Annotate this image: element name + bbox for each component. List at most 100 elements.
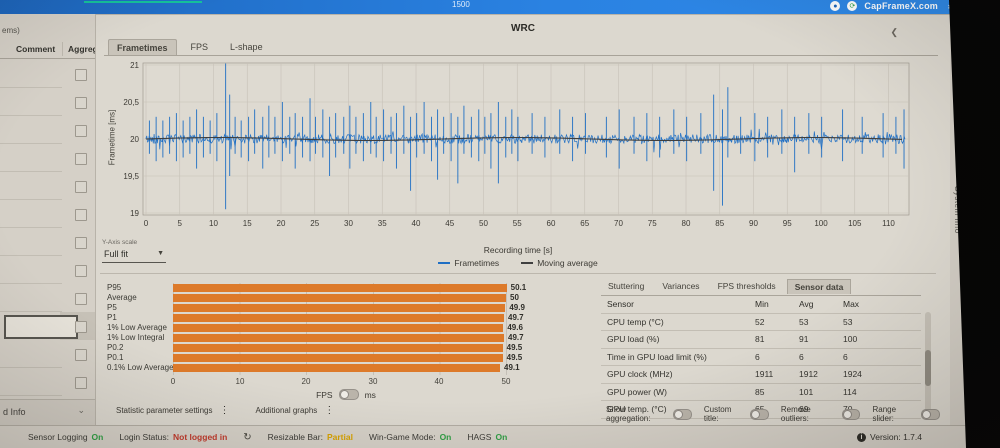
info-icon: i <box>857 432 867 442</box>
tab-fps[interactable]: FPS <box>183 39 217 56</box>
tab-stuttering[interactable]: Stuttering <box>601 279 651 294</box>
list-item <box>0 228 95 256</box>
toggle-knob <box>674 409 684 419</box>
svg-text:85: 85 <box>715 219 724 228</box>
statistic-bar <box>173 284 507 292</box>
toggle-label: Show aggregation: <box>606 405 651 423</box>
app-status-icon[interactable]: ● <box>830 1 841 11</box>
tab-sensor-data[interactable]: Sensor data <box>786 279 852 294</box>
aggregation-checkbox[interactable] <box>75 181 87 193</box>
svg-text:25: 25 <box>310 219 319 228</box>
svg-text:100: 100 <box>814 219 828 228</box>
unit-toggle[interactable] <box>338 389 359 400</box>
status-item: Win-Game Mode: On <box>369 432 451 442</box>
tab-l-shape[interactable]: L-shape <box>222 39 271 56</box>
table-row[interactable]: CPU temp (°C) 52 53 53 <box>601 314 921 331</box>
statistic-value: 49.6 <box>507 323 523 332</box>
svg-text:21: 21 <box>130 61 139 70</box>
settings-gear-icon[interactable]: ⚙ <box>947 0 958 14</box>
tab-fps-thresholds[interactable]: FPS thresholds <box>711 279 783 294</box>
toggle-switch[interactable] <box>673 408 692 420</box>
aggregation-checkbox[interactable] <box>75 69 87 81</box>
version-group: i Version: 1.7.4 <box>857 426 922 448</box>
aggregation-checkbox[interactable] <box>75 349 87 361</box>
collapse-panel-icon[interactable]: ❮ <box>890 27 898 38</box>
table-row[interactable]: GPU load (%) 81 91 100 <box>601 331 921 349</box>
toggle-switch[interactable] <box>921 408 941 420</box>
statistic-bar <box>173 364 500 372</box>
statistic-label: Average <box>107 293 137 302</box>
menu-label: Statistic parameter settings <box>116 406 213 415</box>
legend-item[interactable]: Frametimes <box>438 258 499 268</box>
list-item <box>0 284 95 312</box>
toggle-label: Remove outliers: <box>780 405 811 423</box>
frametime-chart[interactable]: 19 19,5 20 20,5 21 0 5 10 15 20 25 30 35 40 45 50 55 60 65… <box>101 55 946 241</box>
aggregation-column-header[interactable]: Aggreg <box>68 44 98 54</box>
column-divider <box>62 42 63 56</box>
statistic-bar <box>173 324 503 332</box>
unit-ms-label: ms <box>364 389 376 400</box>
kebab-menu-icon[interactable]: ⋮ <box>324 405 334 416</box>
sensor-table-scrollbar[interactable] <box>925 312 931 412</box>
scrollbar-thumb[interactable] <box>925 350 931 386</box>
aggregation-checkbox[interactable] <box>75 209 87 221</box>
svg-text:95: 95 <box>783 219 792 228</box>
tab-variances[interactable]: Variances <box>655 279 706 294</box>
aggregation-checkbox[interactable] <box>75 293 87 305</box>
status-label: Login Status: <box>119 432 169 442</box>
aggregation-checkbox[interactable] <box>75 125 87 137</box>
status-item: Sensor Logging On <box>28 432 103 442</box>
refresh-icon[interactable]: ↻ <box>243 432 251 443</box>
status-value: On <box>495 432 508 442</box>
legend-swatch <box>438 262 451 264</box>
svg-text:10: 10 <box>209 219 218 228</box>
svg-text:5: 5 <box>178 219 183 228</box>
aggregation-checkbox[interactable] <box>75 377 87 389</box>
comment-column-header[interactable]: Comment <box>16 44 55 54</box>
legend-label: Moving average <box>537 258 598 268</box>
aggregation-checkbox[interactable] <box>75 265 87 277</box>
toggle-switch[interactable] <box>841 408 861 420</box>
record-rows <box>0 60 95 400</box>
section-divider <box>100 273 936 274</box>
svg-text:110: 110 <box>882 219 895 228</box>
table-row[interactable]: GPU power (W) 85 101 114 <box>601 384 921 401</box>
list-item <box>0 340 95 368</box>
aggregation-checkbox[interactable] <box>75 237 87 249</box>
table-cell: 53 <box>843 316 853 327</box>
sidebar-header: Comment Aggreg <box>0 40 98 59</box>
table-cell: 6 <box>799 351 804 362</box>
axis-tick: 20 <box>301 377 311 386</box>
aggregation-checkbox[interactable] <box>75 321 87 333</box>
column-header: Max <box>843 299 860 310</box>
table-cell: 6 <box>755 351 760 362</box>
tab-frametimes[interactable]: Frametimes <box>108 39 177 56</box>
statistic-bar <box>173 344 503 352</box>
legend-item[interactable]: Moving average <box>521 258 598 268</box>
table-cell: GPU clock (MHz) <box>607 369 673 380</box>
aggregation-checkbox[interactable] <box>75 153 87 165</box>
toggle-switch[interactable] <box>750 408 769 420</box>
progress-line <box>84 1 202 3</box>
record-info-footer[interactable]: d Info ⌄ <box>0 399 95 426</box>
table-cell: 81 <box>755 334 765 345</box>
list-item <box>0 368 95 396</box>
table-row[interactable]: Time in GPU load limit (%) 6 6 6 <box>601 349 921 366</box>
comment-input[interactable] <box>4 315 78 339</box>
status-label: Win-Game Mode: <box>368 432 436 442</box>
system-info-tab[interactable]: System Info <box>953 186 962 234</box>
table-cell: 100 <box>843 334 858 345</box>
svg-text:20: 20 <box>130 135 139 144</box>
kebab-menu-icon[interactable]: ⋮ <box>219 405 229 416</box>
sync-icon[interactable]: ⟳ <box>847 1 858 11</box>
statistic-label: P5 <box>107 303 117 312</box>
status-value: On <box>91 432 104 442</box>
aggregation-checkbox[interactable] <box>75 97 87 109</box>
svg-text:105: 105 <box>848 219 862 228</box>
chevron-down-icon[interactable]: ⌄ <box>77 405 85 416</box>
svg-text:20: 20 <box>277 219 286 228</box>
yaxis-scale-dropdown[interactable]: Full fit ▼ <box>102 247 166 263</box>
sidebar-cut-text: ems) <box>2 26 20 35</box>
table-row[interactable]: GPU clock (MHz) 1911 1912 1924 <box>601 366 921 384</box>
titlebar-center-text: 1500 <box>452 0 470 9</box>
